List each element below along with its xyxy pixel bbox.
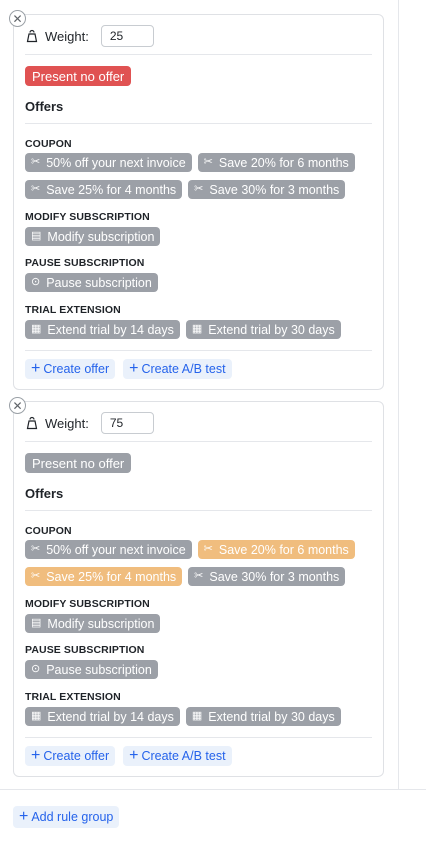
document-icon: ▤: [31, 230, 42, 242]
divider: [25, 54, 372, 55]
plus-icon: +: [129, 747, 139, 764]
offers-title: Offers: [25, 486, 64, 501]
category-pause: PAUSE SUBSCRIPTION: [25, 644, 145, 656]
weight-icon: [26, 416, 38, 430]
create-offer-label: Create offer: [43, 749, 110, 763]
weight-row: Weight:: [25, 412, 154, 434]
offer-chip-coupon-50[interactable]: ✂ 50% off your next invoice: [25, 153, 192, 172]
weight-label: Weight:: [45, 415, 89, 431]
offer-label: Extend trial by 30 days: [208, 709, 335, 724]
offer-label: Extend trial by 30 days: [208, 322, 335, 337]
scissors-icon: ✂: [203, 543, 213, 555]
create-ab-test-button[interactable]: + Create A/B test: [123, 359, 232, 379]
close-icon: ✕: [12, 398, 23, 413]
scissors-icon: ✂: [194, 183, 204, 195]
weight-icon: [26, 29, 38, 43]
category-modify: MODIFY SUBSCRIPTION: [25, 598, 150, 610]
weight-input[interactable]: [100, 412, 154, 434]
calendar-icon: ▦: [191, 710, 203, 722]
plus-icon: +: [31, 360, 41, 377]
offer-label: 50% off your next invoice: [46, 155, 186, 170]
offer-label: Modify subscription: [47, 229, 155, 244]
divider: [25, 123, 372, 124]
calendar-icon: ▦: [31, 710, 42, 722]
offer-chip-pause[interactable]: ⊙ Pause subscription: [25, 660, 158, 679]
offer-label: Save 25% for 4 months: [46, 569, 177, 584]
pause-icon: ⊙: [31, 663, 41, 675]
footer-divider: [0, 789, 426, 790]
offer-chip-coupon-20[interactable]: ✂ Save 20% for 6 months: [197, 540, 355, 559]
plus-icon: +: [31, 747, 41, 764]
pause-icon: ⊙: [31, 276, 41, 288]
offer-label: Save 30% for 3 months: [209, 569, 340, 584]
divider: [25, 350, 372, 351]
offer-label: Save 30% for 3 months: [209, 182, 340, 197]
scissors-icon: ✂: [31, 183, 41, 195]
divider: [25, 510, 372, 511]
category-coupon: COUPON: [25, 525, 72, 537]
category-trial: TRIAL EXTENSION: [25, 691, 121, 703]
offer-chip-coupon-30[interactable]: ✂ Save 30% for 3 months: [188, 567, 346, 586]
remove-group-2-button[interactable]: ✕: [9, 397, 26, 414]
scissors-icon: ✂: [203, 156, 213, 168]
offer-chip-coupon-50[interactable]: ✂ 50% off your next invoice: [25, 540, 192, 559]
rule-group-2: Weight: Present no offer Offers COUPON ✂…: [13, 401, 384, 777]
offer-label: Save 25% for 4 months: [46, 182, 177, 197]
offer-label: Pause subscription: [46, 275, 152, 290]
scissors-icon: ✂: [31, 543, 41, 555]
calendar-icon: ▦: [31, 323, 42, 335]
present-no-offer-button[interactable]: Present no offer: [25, 66, 132, 86]
scissors-icon: ✂: [194, 570, 204, 582]
scissors-icon: ✂: [31, 570, 41, 582]
offer-chip-trial-14[interactable]: ▦ Extend trial by 14 days: [25, 320, 180, 339]
offer-label: Extend trial by 14 days: [47, 322, 174, 337]
offer-chip-modify[interactable]: ▤ Modify subscription: [25, 614, 161, 633]
rule-groups-panel: ✕ Weight: Present no offer Offers COUPON…: [0, 0, 426, 846]
weight-label: Weight:: [45, 28, 89, 44]
category-coupon: COUPON: [25, 138, 72, 150]
offer-label: Modify subscription: [47, 616, 155, 631]
present-no-offer-button[interactable]: Present no offer: [25, 453, 132, 473]
add-rule-group-button[interactable]: + Add rule group: [13, 806, 120, 828]
category-modify: MODIFY SUBSCRIPTION: [25, 211, 150, 223]
offer-chip-coupon-25[interactable]: ✂ Save 25% for 4 months: [25, 180, 183, 199]
create-offer-button[interactable]: + Create offer: [25, 746, 116, 766]
document-icon: ▤: [31, 617, 42, 629]
divider: [25, 441, 372, 442]
plus-icon: +: [19, 808, 29, 825]
offer-label: Save 20% for 6 months: [218, 155, 349, 170]
weight-row: Weight:: [25, 25, 154, 47]
offer-label: Extend trial by 14 days: [47, 709, 174, 724]
offers-title: Offers: [25, 99, 64, 114]
calendar-icon: ▦: [191, 323, 203, 335]
offer-chip-trial-30[interactable]: ▦ Extend trial by 30 days: [185, 320, 341, 339]
offer-label: Save 20% for 6 months: [218, 542, 349, 557]
offer-label: 50% off your next invoice: [46, 542, 186, 557]
divider: [25, 737, 372, 738]
create-ab-test-button[interactable]: + Create A/B test: [123, 746, 232, 766]
offer-chip-coupon-25[interactable]: ✂ Save 25% for 4 months: [25, 567, 183, 586]
offer-chip-coupon-30[interactable]: ✂ Save 30% for 3 months: [188, 180, 346, 199]
scroll-divider: [398, 0, 399, 790]
category-pause: PAUSE SUBSCRIPTION: [25, 257, 145, 269]
offer-chip-modify[interactable]: ▤ Modify subscription: [25, 227, 161, 246]
rule-group-1: Weight: Present no offer Offers COUPON ✂…: [13, 14, 384, 390]
add-rule-group-label: Add rule group: [31, 810, 114, 824]
offer-chip-trial-30[interactable]: ▦ Extend trial by 30 days: [185, 707, 341, 726]
offer-chip-coupon-20[interactable]: ✂ Save 20% for 6 months: [197, 153, 355, 172]
offer-chip-pause[interactable]: ⊙ Pause subscription: [25, 273, 158, 292]
scissors-icon: ✂: [31, 156, 41, 168]
close-icon: ✕: [12, 11, 23, 26]
category-trial: TRIAL EXTENSION: [25, 304, 121, 316]
offer-label: Pause subscription: [46, 662, 152, 677]
create-ab-label: Create A/B test: [141, 749, 226, 763]
create-offer-label: Create offer: [43, 362, 110, 376]
offer-chip-trial-14[interactable]: ▦ Extend trial by 14 days: [25, 707, 180, 726]
create-offer-button[interactable]: + Create offer: [25, 359, 116, 379]
create-ab-label: Create A/B test: [141, 362, 226, 376]
plus-icon: +: [129, 360, 139, 377]
remove-group-1-button[interactable]: ✕: [9, 10, 26, 27]
weight-input[interactable]: [100, 25, 154, 47]
